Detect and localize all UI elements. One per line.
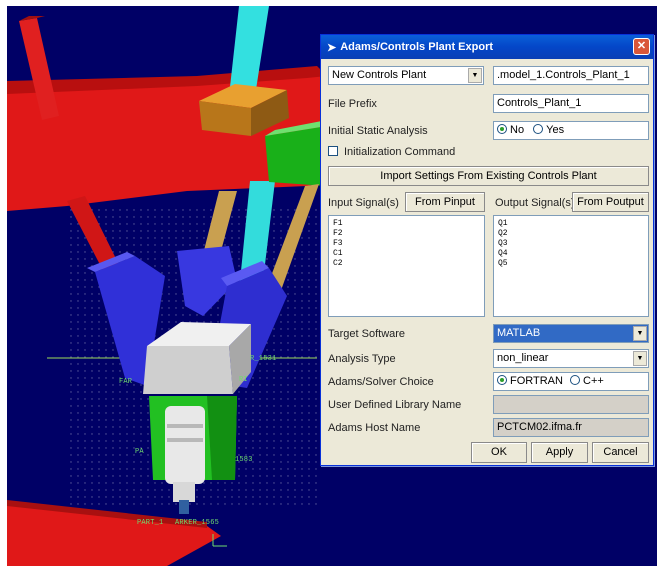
solver-cpp-label: C++ xyxy=(583,375,604,387)
file-prefix-label: File Prefix xyxy=(328,98,377,110)
input-signals-label: Input Signal(s) xyxy=(328,197,399,209)
solver-fortran-option[interactable]: FORTRAN xyxy=(497,375,563,387)
from-poutput-button[interactable]: From Poutput xyxy=(572,192,649,212)
marker-label: FAR xyxy=(119,378,133,386)
controls-plant-export-dialog: ➤ Adams/Controls Plant Export ✕ New Cont… xyxy=(320,34,654,466)
init-command-label: Initialization Command xyxy=(344,146,456,158)
list-item[interactable]: Q4 xyxy=(498,249,644,259)
apply-button[interactable]: Apply xyxy=(531,442,588,463)
target-software-combo[interactable]: MATLAB ▼ xyxy=(493,324,649,343)
host-name-field[interactable]: PCTCM02.ifma.fr xyxy=(493,418,649,437)
output-signals-list[interactable]: Q1 Q2 Q3 Q4 Q5 xyxy=(493,215,649,317)
plant-select-value: New Controls Plant xyxy=(332,69,427,81)
marker-label: ARKER_1565 xyxy=(175,519,220,527)
list-item[interactable]: C1 xyxy=(333,249,480,259)
chevron-down-icon[interactable]: ▼ xyxy=(468,68,482,83)
static-analysis-label: Initial Static Analysis xyxy=(328,125,428,137)
static-yes-option[interactable]: Yes xyxy=(533,124,564,136)
static-no-option[interactable]: No xyxy=(497,124,524,136)
marker-label: RI xyxy=(239,376,248,384)
ok-button[interactable]: OK xyxy=(471,442,527,463)
dialog-title-bar[interactable]: ➤ Adams/Controls Plant Export ✕ xyxy=(321,35,653,59)
tool-cylinder xyxy=(165,406,205,484)
green-joint xyxy=(265,126,327,186)
static-analysis-radio-group: No Yes xyxy=(493,121,649,140)
host-name-label: Adams Host Name xyxy=(328,422,421,434)
list-item[interactable]: Q2 xyxy=(498,229,644,239)
static-yes-label: Yes xyxy=(546,124,565,136)
solver-choice-radio-group: FORTRAN C++ xyxy=(493,372,649,391)
target-software-value: MATLAB xyxy=(497,327,541,339)
solver-choice-label: Adams/Solver Choice xyxy=(328,376,434,388)
gripper-palm xyxy=(143,346,233,394)
library-name-label: User Defined Library Name xyxy=(328,399,462,411)
input-signals-list[interactable]: F1 F2 F3 C1 C2 xyxy=(328,215,485,317)
output-signals-label: Output Signal(s) xyxy=(495,197,575,209)
radio-icon xyxy=(570,375,581,385)
marker-label: PART_1 xyxy=(137,519,164,527)
from-pinput-button[interactable]: From Pinput xyxy=(405,192,485,212)
list-item[interactable]: F3 xyxy=(333,239,480,249)
chevron-down-icon[interactable]: ▼ xyxy=(633,326,647,341)
marker-label: PA xyxy=(135,448,144,456)
adams-app-icon: ➤ xyxy=(327,41,337,54)
radio-icon xyxy=(533,124,544,134)
init-command-option[interactable]: Initialization Command xyxy=(328,146,455,158)
analysis-type-combo[interactable]: non_linear ▼ xyxy=(493,349,649,368)
list-item[interactable]: Q3 xyxy=(498,239,644,249)
file-prefix-field[interactable]: Controls_Plant_1 xyxy=(493,94,649,113)
import-settings-button[interactable]: Import Settings From Existing Controls P… xyxy=(328,166,649,186)
library-name-field[interactable] xyxy=(493,395,649,414)
checkbox-icon[interactable] xyxy=(328,146,338,156)
analysis-type-value: non_linear xyxy=(497,352,549,364)
close-button[interactable]: ✕ xyxy=(633,38,650,55)
plant-select-combo[interactable]: New Controls Plant ▼ xyxy=(328,66,484,85)
list-item[interactable]: Q5 xyxy=(498,259,644,269)
radio-selected-icon xyxy=(497,124,507,134)
list-item[interactable]: F2 xyxy=(333,229,480,239)
cancel-button[interactable]: Cancel xyxy=(592,442,649,463)
dialog-title: Adams/Controls Plant Export xyxy=(340,41,494,53)
radio-selected-icon xyxy=(497,375,507,385)
analysis-type-label: Analysis Type xyxy=(328,353,396,365)
target-software-label: Target Software xyxy=(328,328,406,340)
solver-fortran-label: FORTRAN xyxy=(510,375,563,387)
marker-label: 1583 xyxy=(235,456,253,464)
chevron-down-icon[interactable]: ▼ xyxy=(633,351,647,366)
static-no-label: No xyxy=(510,124,525,136)
list-item[interactable]: Q1 xyxy=(498,219,644,229)
plant-name-field[interactable]: .model_1.Controls_Plant_1 xyxy=(493,66,649,85)
list-item[interactable]: C2 xyxy=(333,259,480,269)
list-item[interactable]: F1 xyxy=(333,219,480,229)
marker-label: R_1531 xyxy=(250,355,277,363)
solver-cpp-option[interactable]: C++ xyxy=(570,375,604,387)
